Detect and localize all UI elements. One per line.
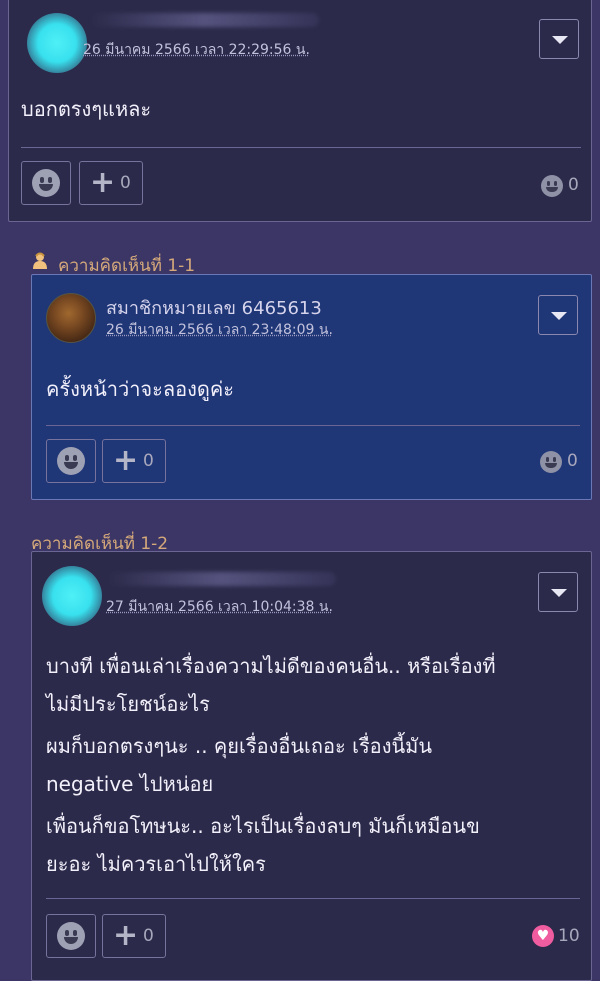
emotion-button[interactable] xyxy=(46,439,96,483)
reaction-count: 10 xyxy=(558,926,580,946)
plus-icon: + xyxy=(113,918,139,953)
smiley-icon xyxy=(32,169,60,197)
chevron-down-icon xyxy=(551,312,567,320)
plus-icon: + xyxy=(113,443,139,478)
chevron-down-icon xyxy=(551,589,567,597)
person-icon xyxy=(33,252,47,269)
comment-date[interactable]: 26 มีนาคม 2566 เวลา 22:29:56 น. xyxy=(83,39,310,61)
add-count: 0 xyxy=(143,451,154,471)
add-count: 0 xyxy=(120,173,131,193)
comment-line: บางที เพื่อนเล่าเรื่องความไม่ดีของคนอื่น… xyxy=(46,654,496,678)
menu-button[interactable] xyxy=(538,572,578,612)
smiley-icon xyxy=(57,447,85,475)
emotion-button[interactable] xyxy=(21,161,71,205)
reaction-count: 0 xyxy=(567,451,578,471)
reply-card: 27 มีนาคม 2566 เวลา 10:04:38 น. บางที เพ… xyxy=(31,551,592,981)
comment-text: บอกตรงๆแหละ xyxy=(21,97,152,121)
divider xyxy=(46,425,580,426)
add-plus-button[interactable]: + 0 xyxy=(79,161,143,205)
plus-icon: + xyxy=(90,165,116,200)
avatar[interactable] xyxy=(42,566,102,626)
smiley-icon xyxy=(57,922,85,950)
comment-date[interactable]: 26 มีนาคม 2566 เวลา 23:48:09 น. xyxy=(106,319,333,341)
reaction-count: 0 xyxy=(568,175,579,195)
comment-line: ผมก็บอกตรงๆนะ .. คุยเรื่องอื่นเถอะ เรื่อ… xyxy=(46,734,432,758)
heart-icon: ♥ xyxy=(532,925,554,947)
blurred-username xyxy=(89,13,319,27)
avatar[interactable] xyxy=(27,13,87,73)
comment-line: ยะอะ ไม่ควรเอาไปให้ใคร xyxy=(46,852,266,876)
reply-card: สมาชิกหมายเลข 6465613 26 มีนาคม 2566 เวล… xyxy=(31,274,592,500)
blurred-username xyxy=(106,572,336,586)
add-plus-button[interactable]: + 0 xyxy=(102,439,166,483)
avatar[interactable] xyxy=(46,293,96,343)
menu-button[interactable] xyxy=(538,295,578,335)
add-plus-button[interactable]: + 0 xyxy=(102,914,166,958)
emotion-button[interactable] xyxy=(46,914,96,958)
comment-text: ครั้งหน้าว่าจะลองดูค่ะ xyxy=(46,377,235,401)
divider xyxy=(21,147,581,148)
comment-card: 26 มีนาคม 2566 เวลา 22:29:56 น. บอกตรงๆแ… xyxy=(8,0,592,222)
comment-line: negative ไปหน่อย xyxy=(46,772,214,796)
chevron-down-icon xyxy=(552,36,568,44)
comment-date[interactable]: 27 มีนาคม 2566 เวลา 10:04:38 น. xyxy=(106,596,333,618)
divider xyxy=(46,898,580,899)
comment-line: ไม่มีประโยชน์อะไร xyxy=(46,692,210,716)
author-name[interactable]: สมาชิกหมายเลข 6465613 xyxy=(106,293,322,322)
menu-button[interactable] xyxy=(539,19,579,59)
smiley-icon xyxy=(540,451,562,473)
comment-line: เพื่อนก็ขอโทษนะ.. อะไรเป็นเรื่องลบๆ มันก… xyxy=(46,814,480,838)
add-count: 0 xyxy=(143,926,154,946)
smiley-icon xyxy=(541,175,563,197)
